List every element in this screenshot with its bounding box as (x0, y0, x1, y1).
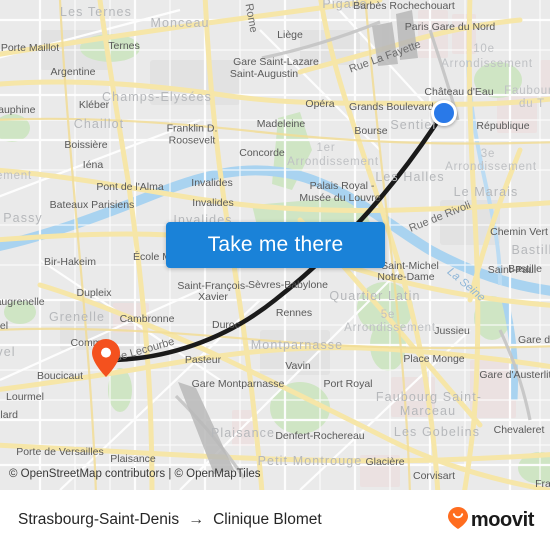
map-canvas[interactable]: Les Ternes Monceau Rome Pigalle Barbès Roche… (0, 0, 550, 490)
moovit-logo[interactable]: moovit (447, 506, 534, 535)
take-me-there-button[interactable]: Take me there (166, 222, 385, 268)
route-summary: Strasbourg-Saint-Denis → Clinique Blomet (18, 511, 322, 529)
map-attribution[interactable]: © OpenStreetMap contributors | © OpenMap… (9, 468, 261, 480)
destination-marker[interactable] (92, 339, 120, 377)
route-destination-label: Clinique Blomet (213, 511, 322, 528)
origin-marker[interactable] (431, 100, 457, 126)
moovit-wordmark: moovit (470, 508, 535, 531)
route-origin-label: Strasbourg-Saint-Denis (18, 511, 180, 528)
moovit-pin-icon (447, 506, 469, 535)
moovit-route-card: Les Ternes Monceau Rome Pigalle Barbès Roche… (0, 0, 550, 550)
arrow-right-icon: → (188, 511, 205, 528)
footer-bar: Strasbourg-Saint-Denis → Clinique Blomet… (0, 490, 550, 550)
